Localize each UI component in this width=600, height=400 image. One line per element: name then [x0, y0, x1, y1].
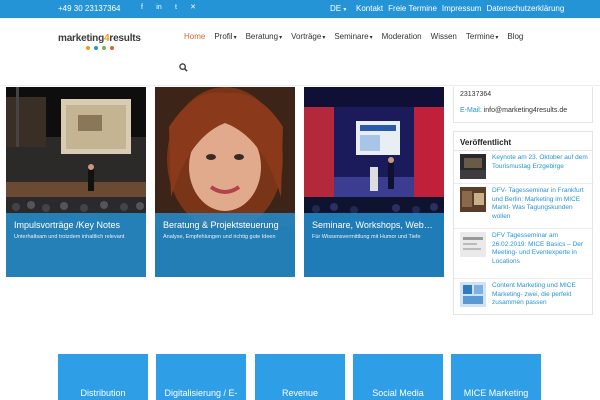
tile-label: Digitalisierung / E- [164, 388, 238, 398]
tile-digitalisierung[interactable]: Digitalisierung / E- [156, 354, 246, 400]
chevron-down-icon: ▾ [233, 35, 237, 41]
card-subtitle: Für Wissensvermittlung mit Humor und Tie… [312, 234, 421, 240]
card-subtitle: Analyse, Empfehlungen und richtig gute I… [163, 234, 276, 240]
card-subtitle: Unterhaltsam und trotzdem inhaltlich rel… [14, 234, 125, 240]
email-label: E-Mail: [460, 107, 482, 114]
logo-wordmark: marketing4results [58, 33, 141, 44]
published-link: Content Marketing und MICE Marketing- zw… [492, 282, 576, 306]
nav-vortraege[interactable]: Vorträge▾ [291, 32, 325, 41]
site-header: marketing4results Home Profil▾ Beratung▾… [0, 18, 600, 86]
nav-blog[interactable]: Blog [507, 32, 523, 41]
link-freie-termine[interactable]: Freie Termine [388, 4, 437, 13]
language-label: DE [330, 4, 342, 13]
nav-wissen[interactable]: Wissen [431, 32, 457, 41]
page: +49 30 23137364 f in t ✕ DE ▾ Kontakt Fr… [0, 0, 600, 400]
divider [454, 228, 594, 229]
contact-box: 23137364 E-Mail: info@marketing4results.… [453, 87, 593, 123]
link-datenschutz[interactable]: Datenschutzerklärung [486, 4, 564, 13]
thumbnail-image [460, 154, 486, 179]
published-link: DFV Tagesseminar am 26.02.2019: MICE Bas… [492, 232, 584, 265]
chevron-down-icon: ▾ [495, 35, 499, 41]
link-kontakt[interactable]: Kontakt [356, 4, 383, 13]
contact-email[interactable]: E-Mail: info@marketing4results.de [460, 107, 567, 114]
main-nav: Home Profil▾ Beratung▾ Vorträge▾ Seminar… [184, 32, 532, 41]
card-impulsvortraege[interactable]: Impulsvorträge /Key Notes Unterhaltsam u… [6, 87, 146, 277]
top-bar: +49 30 23137364 f in t ✕ DE ▾ Kontakt Fr… [0, 0, 600, 18]
nav-moderation[interactable]: Moderation [382, 32, 422, 41]
contact-phone[interactable]: 23137364 [460, 91, 491, 98]
tile-revenue[interactable]: Revenue [255, 354, 345, 400]
widget-heading: Veröffentlicht [460, 138, 512, 147]
phone-number[interactable]: +49 30 23137364 [58, 4, 121, 13]
tile-social-media[interactable]: Social Media [353, 354, 443, 400]
chevron-down-icon: ▾ [279, 35, 283, 41]
logo-graphic-icon [86, 46, 114, 50]
chevron-down-icon: ▾ [322, 35, 326, 41]
chevron-down-icon: ▾ [369, 35, 373, 41]
nav-beratung[interactable]: Beratung▾ [246, 32, 282, 41]
tile-mice-marketing[interactable]: MICE Marketing [451, 354, 541, 400]
thumbnail-image [460, 282, 486, 307]
facebook-icon[interactable]: f [138, 4, 146, 12]
card-beratung[interactable]: Beratung & Projektsteuerung Analyse, Emp… [155, 87, 295, 277]
published-link: DFV- Tagesseminar in Frankfurt und Berli… [492, 187, 584, 220]
top-links: Kontakt Freie Termine Impressum Datensch… [356, 4, 564, 13]
tile-label: Social Media [372, 388, 424, 398]
published-widget: Veröffentlicht Keynote am 23. Oktober au… [453, 131, 594, 315]
card-title: Impulsvorträge /Key Notes [14, 220, 121, 230]
search-icon[interactable] [179, 63, 188, 72]
email-value: info@marketing4results.de [483, 107, 568, 114]
nav-home[interactable]: Home [184, 32, 205, 41]
thumbnail-image [460, 187, 486, 212]
link-impressum[interactable]: Impressum [442, 4, 482, 13]
linkedin-icon[interactable]: in [155, 4, 163, 12]
divider [454, 278, 594, 279]
nav-termine[interactable]: Termine▾ [466, 32, 498, 41]
card-title: Beratung & Projektsteuerung [163, 220, 279, 230]
published-link: Keynote am 23. Oktober auf dem Tourismus… [492, 154, 588, 170]
tile-label: Distribution [80, 388, 126, 398]
twitter-icon[interactable]: t [172, 4, 180, 12]
tile-label: MICE Marketing [463, 388, 529, 398]
xing-icon[interactable]: ✕ [189, 4, 197, 12]
card-seminare[interactable]: Seminare, Workshops, Web… Für Wissensver… [304, 87, 444, 277]
tile-distribution[interactable]: Distribution [58, 354, 148, 400]
divider [454, 150, 592, 151]
thumbnail-image [460, 232, 486, 257]
nav-seminare[interactable]: Seminare▾ [334, 32, 372, 41]
social-links: f in t ✕ [138, 4, 197, 12]
language-select[interactable]: DE ▾ [330, 4, 346, 13]
logo[interactable]: marketing4results [58, 28, 142, 50]
nav-profil[interactable]: Profil▾ [214, 32, 236, 41]
card-title: Seminare, Workshops, Web… [312, 220, 433, 230]
tile-label: Revenue [281, 388, 319, 398]
chevron-down-icon: ▾ [343, 7, 347, 13]
divider [454, 183, 594, 184]
